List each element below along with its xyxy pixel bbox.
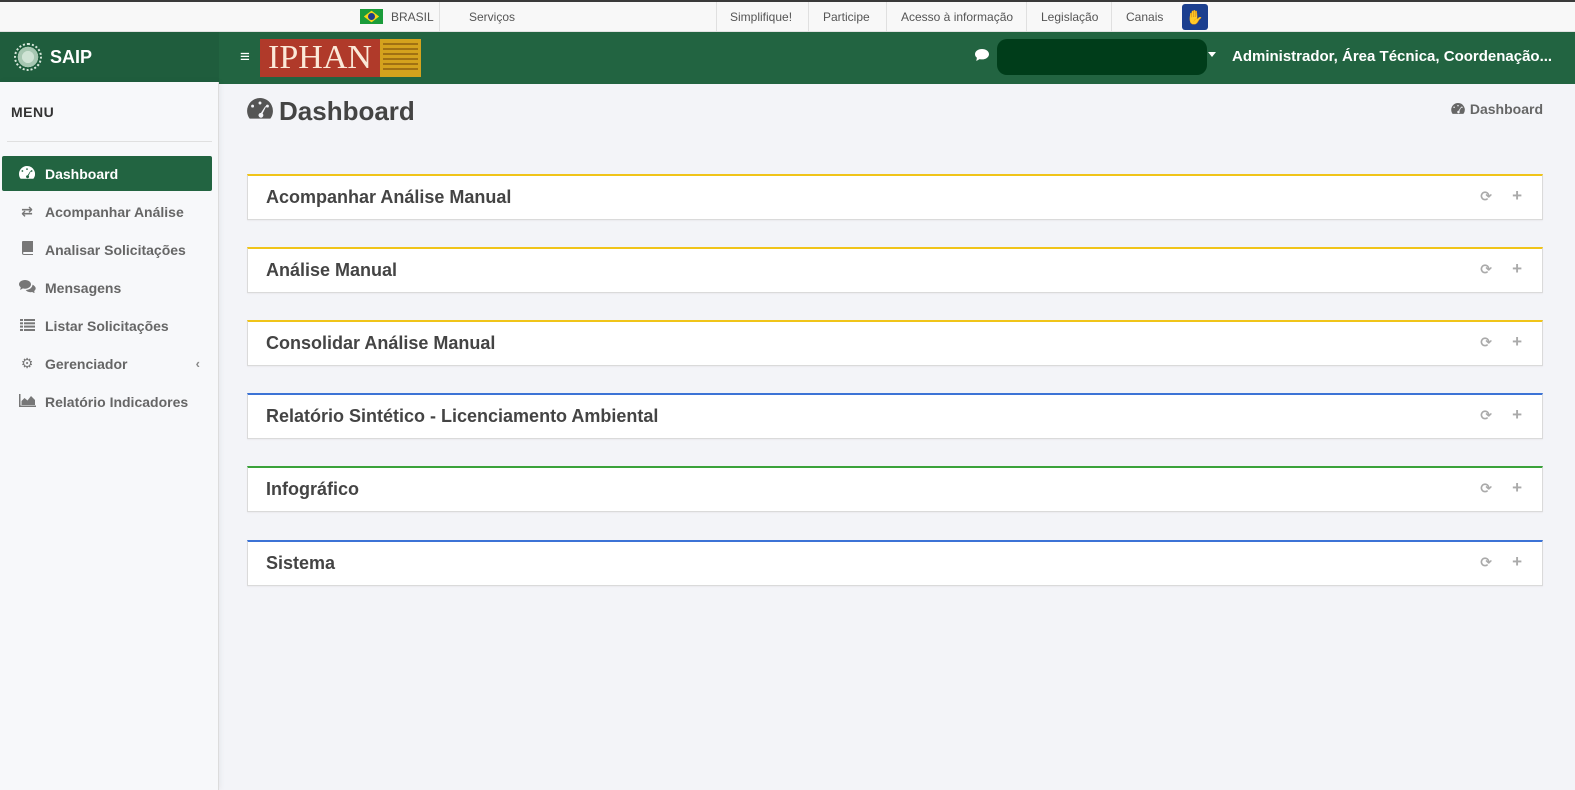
sidebar-item-label: Gerenciador [45, 355, 128, 372]
brazil-flag-icon [360, 9, 383, 24]
brand-name: SAIP [50, 46, 93, 67]
box-analise-manual: Análise Manual ⟳ + [247, 247, 1543, 293]
dashboard-icon [247, 97, 273, 126]
box-sistema: Sistema ⟳ + [247, 540, 1543, 586]
caret-down-icon[interactable] [1208, 52, 1216, 57]
expand-plus-icon[interactable]: + [1512, 552, 1522, 572]
divider [7, 141, 212, 142]
sidebar-item-label: Relatório Indicadores [45, 393, 189, 410]
sidebar-item-gerenciador[interactable]: ⚙ Gerenciador ‹ [2, 346, 212, 381]
refresh-icon[interactable]: ⟳ [1480, 188, 1492, 205]
box-infografico: Infográfico ⟳ + [247, 466, 1543, 512]
box-acompanhar-analise-manual: Acompanhar Análise Manual ⟳ + [247, 174, 1543, 220]
box-title: Relatório Sintético - Licenciamento Ambi… [266, 406, 659, 426]
brasil-link[interactable]: BRASIL [360, 9, 434, 24]
divider [808, 2, 809, 32]
sidebar-item-analisar-solicitacoes[interactable]: Analisar Solicitações [2, 232, 212, 267]
hand-sign-icon[interactable]: ✋ [1182, 4, 1208, 30]
breadcrumb-label: Dashboard [1469, 101, 1543, 117]
dashboard-icon [18, 165, 36, 182]
sidebar-item-dashboard[interactable]: Dashboard [2, 156, 212, 191]
exchange-icon: ⇄ [21, 203, 33, 219]
expand-plus-icon[interactable]: + [1512, 478, 1522, 498]
box-title: Análise Manual [266, 260, 398, 280]
simplifique-link[interactable]: Simplifique! [730, 10, 792, 24]
refresh-icon[interactable]: ⟳ [1480, 480, 1492, 497]
sidebar-item-mensagens[interactable]: Mensagens [2, 270, 212, 305]
divider [886, 2, 887, 32]
participe-link[interactable]: Participe [823, 10, 870, 24]
box-relatorio-sintetico: Relatório Sintético - Licenciamento Ambi… [247, 393, 1543, 439]
services-link[interactable]: Serviços [469, 10, 515, 24]
iphan-logo-seal [380, 39, 421, 77]
brasil-label: BRASIL [391, 9, 434, 24]
refresh-icon[interactable]: ⟳ [1480, 261, 1492, 278]
menu-title: MENU [11, 104, 55, 120]
iphan-logo-text: IPHAN [260, 39, 380, 77]
gears-icon: ⚙ [20, 355, 34, 371]
acesso-informacao-link[interactable]: Acesso à informação [901, 10, 1013, 24]
page-title-text: Dashboard [279, 96, 415, 126]
divider [716, 2, 717, 32]
hamburger-menu-icon[interactable]: ≡ [240, 47, 250, 67]
sidebar-item-label: Dashboard [45, 165, 119, 182]
sidebar-item-listar-solicitacoes[interactable]: Listar Solicitações [2, 308, 212, 343]
divider [1111, 2, 1112, 32]
comments-icon [18, 279, 36, 296]
box-consolidar-analise-manual: Consolidar Análise Manual ⟳ + [247, 320, 1543, 366]
emblem-icon [14, 43, 42, 71]
iphan-logo: IPHAN [260, 39, 421, 77]
divider [1026, 2, 1027, 32]
expand-plus-icon[interactable]: + [1512, 259, 1522, 279]
expand-plus-icon[interactable]: + [1512, 332, 1522, 352]
refresh-icon[interactable]: ⟳ [1480, 334, 1492, 351]
sidebar-item-label: Analisar Solicitações [45, 241, 186, 258]
page-title: Dashboard [247, 96, 415, 127]
refresh-icon[interactable]: ⟳ [1480, 554, 1492, 571]
box-title: Consolidar Análise Manual [266, 333, 496, 353]
sidebar: MENU Dashboard ⇄ Acompanhar Análise Anal… [0, 82, 219, 790]
box-title: Infográfico [266, 479, 359, 499]
expand-plus-icon[interactable]: + [1512, 405, 1522, 425]
refresh-icon[interactable]: ⟳ [1480, 407, 1492, 424]
user-avatar-area[interactable] [997, 39, 1207, 75]
sidebar-item-label: Acompanhar Análise [45, 203, 184, 220]
sidebar-item-label: Mensagens [45, 279, 122, 296]
canais-link[interactable]: Canais [1126, 10, 1163, 24]
area-chart-icon [18, 393, 36, 410]
divider [439, 2, 440, 32]
book-icon [18, 241, 36, 258]
chat-icon[interactable] [975, 49, 989, 64]
breadcrumb[interactable]: Dashboard [1451, 101, 1543, 117]
expand-plus-icon[interactable]: + [1512, 186, 1522, 206]
top-navbar: ≡ IPHAN Administrador, Área Técnica, Coo… [219, 32, 1575, 84]
user-menu-label[interactable]: Administrador, Área Técnica, Coordenação… [1232, 48, 1562, 65]
sidebar-item-acompanhar-analise[interactable]: ⇄ Acompanhar Análise [2, 194, 212, 229]
box-title: Acompanhar Análise Manual [266, 187, 512, 207]
chevron-left-icon: ‹ [195, 356, 200, 371]
dashboard-icon [1451, 101, 1465, 117]
gov-bar: BRASIL Serviços Simplifique! Participe A… [0, 0, 1575, 32]
box-title: Sistema [266, 553, 336, 573]
legislacao-link[interactable]: Legislação [1041, 10, 1098, 24]
sidebar-item-relatorio-indicadores[interactable]: Relatório Indicadores [2, 384, 212, 419]
brand-box[interactable]: SAIP [0, 32, 219, 82]
sidebar-item-label: Listar Solicitações [45, 317, 169, 334]
list-icon [18, 318, 36, 334]
